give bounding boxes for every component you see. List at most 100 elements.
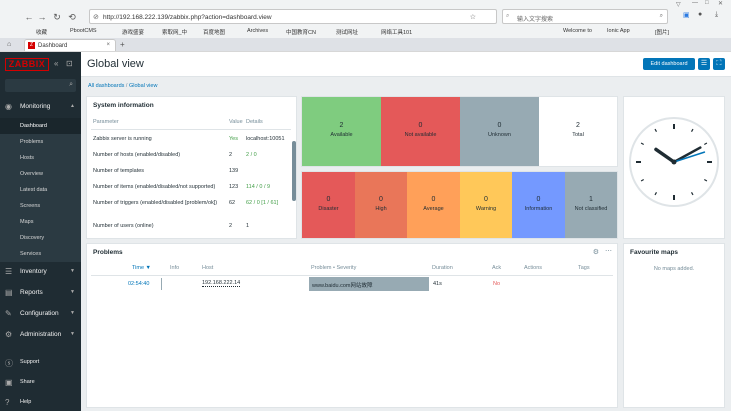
forward-icon[interactable]: → xyxy=(37,12,47,22)
extension-icon[interactable]: ▣ xyxy=(683,11,690,19)
severity-label: Average xyxy=(423,206,444,212)
breadcrumb-current[interactable]: Global view xyxy=(129,83,157,89)
sidebar-section-inventory[interactable]: ☰ Inventory ▼ xyxy=(0,263,81,281)
sidebar-item-services[interactable]: Services xyxy=(0,246,81,262)
severity-label: Disaster xyxy=(318,206,339,212)
problem-severity-cell[interactable]: www.baidu.com网站故障 xyxy=(309,277,429,291)
sidebar-help[interactable]: ? Help xyxy=(0,394,81,411)
bookmark-star-icon[interactable]: ☆ xyxy=(470,13,476,21)
bookmark-item[interactable]: 百度地图 xyxy=(203,28,225,36)
bookmark-item[interactable]: [图片] xyxy=(655,28,669,36)
problem-host[interactable]: 192.168.222.14 xyxy=(202,280,241,287)
column-header: Details xyxy=(246,119,263,125)
zabbix-logo[interactable]: ZABBIX xyxy=(5,58,49,71)
sidebar-support-label: Support xyxy=(20,359,40,365)
availability-tile[interactable]: 2 Total xyxy=(539,97,617,166)
availability-count: 2 xyxy=(576,122,580,129)
severity-label: Not classified xyxy=(574,206,608,212)
sidebar-section-reports[interactable]: ▤ Reports ▼ xyxy=(0,284,81,302)
problem-ack-link[interactable]: No xyxy=(493,281,500,287)
sidebar-search-input[interactable]: ⌕ xyxy=(5,79,76,92)
new-tab-icon[interactable]: + xyxy=(120,40,125,49)
severity-count: 0 xyxy=(484,196,488,203)
address-bar[interactable]: ⊘ http://192.168.222.139/zabbix.php?acti… xyxy=(89,9,497,24)
bookmark-item[interactable]: Archives xyxy=(247,28,268,34)
history-icon[interactable]: ⟲ xyxy=(67,12,77,23)
sidebar-item-hosts[interactable]: Hosts xyxy=(0,150,81,166)
gear-icon[interactable]: ⚙ xyxy=(593,248,599,256)
sidebar-item-overview[interactable]: Overview xyxy=(0,166,81,182)
chevron-down-icon: ▼ xyxy=(70,331,75,337)
bookmark-item[interactable]: 中国教育CN xyxy=(286,28,316,36)
value-cell: Yes xyxy=(229,136,238,142)
chevron-up-icon: ▲ xyxy=(70,103,75,109)
availability-tile[interactable]: 0 Not available xyxy=(381,97,460,166)
sidebar-item-latest-data[interactable]: Latest data xyxy=(0,182,81,198)
menu-icon[interactable]: ☰ xyxy=(698,58,710,70)
details-cell: 2 / 0 xyxy=(246,152,257,158)
sidebar-item-screens[interactable]: Screens xyxy=(0,198,81,214)
sidebar-section-configuration[interactable]: ✎ Configuration ▼ xyxy=(0,305,81,323)
sidebar-share-label: Share xyxy=(20,379,35,385)
sidebar-support[interactable]: ⓢ Support xyxy=(0,354,81,372)
bookmark-item[interactable]: 测试网址 xyxy=(336,28,358,36)
search-engine-icon: ⌕ xyxy=(506,13,510,19)
clock-face xyxy=(629,117,719,207)
bookmark-item[interactable]: 收藏 xyxy=(36,28,47,36)
minimize-button[interactable]: — xyxy=(692,0,698,6)
browser-tab[interactable]: Z Dashboard × xyxy=(24,39,116,51)
restore-icon[interactable]: ▽ xyxy=(676,1,681,8)
home-icon[interactable]: ⌂ xyxy=(7,41,11,48)
sidebar-item-dashboard[interactable]: Dashboard xyxy=(0,118,81,134)
availability-tile[interactable]: 2 Available xyxy=(302,97,381,166)
sidebar-item-label: Screens xyxy=(20,203,41,209)
collapse-sidebar-icon[interactable]: « xyxy=(54,59,58,68)
table-row[interactable]: 02:54:40 192.168.222.14 www.baidu.com网站故… xyxy=(91,277,613,291)
clock-widget xyxy=(623,96,725,239)
kiosk-icon[interactable]: ⊡ xyxy=(66,59,73,68)
close-button[interactable]: ✕ xyxy=(718,0,723,7)
problems-by-severity-widget: 0 Disaster 0 High 0 Average 0 Warning 0 … xyxy=(301,171,618,239)
severity-tile[interactable]: 0 Disaster xyxy=(302,172,355,238)
bookmark-item[interactable]: 游戏盛宴 xyxy=(122,28,144,36)
bookmark-item[interactable]: Welcome to xyxy=(563,28,592,34)
sidebar-section-administration[interactable]: ⚙ Administration ▼ xyxy=(0,326,81,344)
severity-tile[interactable]: 0 Information xyxy=(512,172,565,238)
bookmark-item[interactable]: PbootCMS xyxy=(70,28,97,34)
bookmark-item[interactable]: 网络工具101 xyxy=(381,28,412,36)
search-icon[interactable]: ⌕ xyxy=(69,81,73,89)
sidebar-share[interactable]: ▣ Share xyxy=(0,374,81,392)
edit-dashboard-button[interactable]: Edit dashboard xyxy=(643,58,695,70)
availability-count: 0 xyxy=(497,122,502,129)
availability-tile[interactable]: 0 Unknown xyxy=(460,97,539,166)
browser-search-input[interactable]: ⌕ 输入文字搜索 ⌕ xyxy=(502,9,668,24)
menu-icon[interactable]: ● xyxy=(698,11,702,18)
sidebar-section-label: Reports xyxy=(20,289,43,296)
severity-tile[interactable]: 0 High xyxy=(355,172,407,238)
search-icon[interactable]: ⌕ xyxy=(660,13,663,20)
severity-tile[interactable]: 0 Average xyxy=(407,172,460,238)
sidebar-section-monitoring[interactable]: ◉ Monitoring ▲ xyxy=(0,98,81,116)
severity-tile[interactable]: 1 Not classified xyxy=(565,172,617,238)
page-header: Global view Edit dashboard ☰ ⛶ xyxy=(81,52,731,77)
bookmark-item[interactable]: Ionic App xyxy=(607,28,630,34)
maximize-button[interactable]: □ xyxy=(705,0,709,6)
back-icon[interactable]: ← xyxy=(24,12,34,22)
reload-icon[interactable]: ↻ xyxy=(52,12,62,23)
bookmark-item[interactable]: 索取网_中 xyxy=(162,28,187,36)
problem-duration: 41s xyxy=(433,281,442,287)
sidebar-item-maps[interactable]: Maps xyxy=(0,214,81,230)
severity-tile[interactable]: 0 Warning xyxy=(460,172,512,238)
fullscreen-icon[interactable]: ⛶ xyxy=(713,58,725,70)
sidebar-item-problems[interactable]: Problems xyxy=(0,134,81,150)
problem-time[interactable]: 02:54:40 xyxy=(128,281,149,287)
tab-close-icon[interactable]: × xyxy=(106,42,110,48)
scrollbar[interactable] xyxy=(292,141,296,201)
problem-name[interactable]: www.baidu.com网站故障 xyxy=(312,281,373,289)
more-icon[interactable]: ⋯ xyxy=(605,247,612,255)
breadcrumb-all-dashboards[interactable]: All dashboards xyxy=(88,83,124,89)
download-icon[interactable]: ⤓ xyxy=(715,11,718,19)
column-header-time[interactable]: Time ▼ xyxy=(132,265,151,271)
divider xyxy=(91,129,291,130)
sidebar-item-discovery[interactable]: Discovery xyxy=(0,230,81,246)
